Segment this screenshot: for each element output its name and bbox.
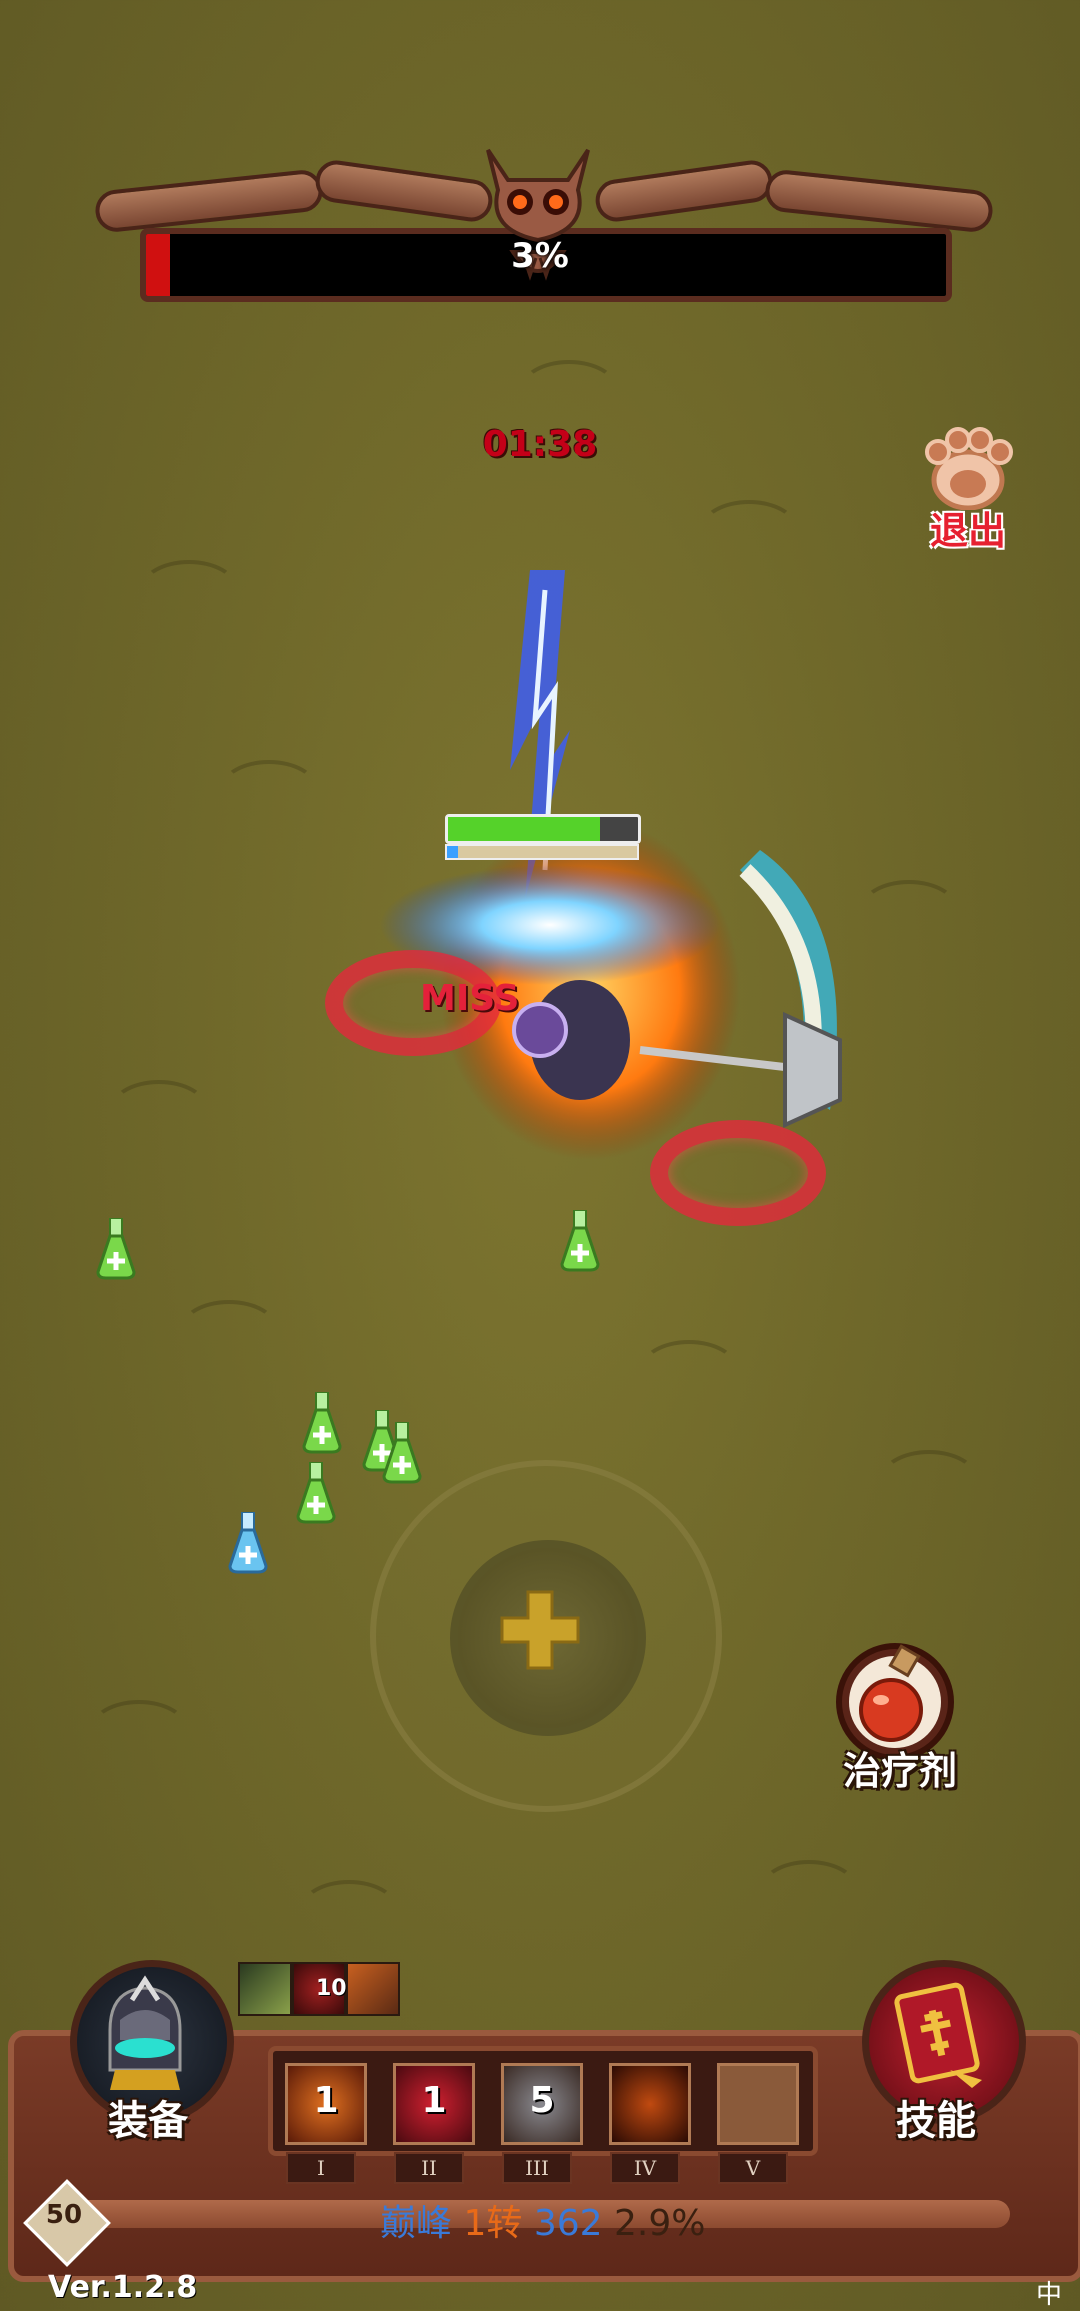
- battle-timer: 01:38: [482, 424, 598, 465]
- slot-numeral-3: III: [502, 2152, 572, 2184]
- player-mp-fill: [447, 846, 459, 858]
- skill-slot-1-count: 1: [313, 2080, 339, 2121]
- paw-icon: [925, 427, 1013, 511]
- joystick-knob[interactable]: [450, 1540, 646, 1736]
- skill-slot-5[interactable]: [717, 2063, 799, 2145]
- skill-slot-2[interactable]: 1: [393, 2063, 475, 2145]
- slash-buff-icon: [238, 1962, 292, 2016]
- skill-slot-2-count: 1: [421, 2080, 447, 2121]
- experience-text: 巅峰 1转 362 2.9%: [380, 2194, 705, 2246]
- rebirth-count: 1转: [463, 2203, 523, 2244]
- version-label: Ver.1.2.8: [48, 2270, 198, 2305]
- player-hp-bar: [445, 814, 641, 844]
- boss-hp-fill: [146, 234, 170, 296]
- peak-level: 362: [533, 2203, 603, 2244]
- player-mp-bar: [445, 844, 639, 860]
- heal-label: 治疗剂: [842, 1749, 957, 1793]
- slot-numeral-5: V: [718, 2152, 788, 2184]
- exit-label: 退出: [929, 509, 1006, 553]
- buff-stack-count: 10: [316, 1976, 347, 2001]
- boss-hp-percent: 3%: [511, 236, 569, 276]
- green-potion-icon[interactable]: [296, 1462, 336, 1524]
- slot-numeral-1: I: [286, 2152, 356, 2184]
- equipment-label: 装备: [108, 2098, 188, 2144]
- slot-numeral-4: IV: [610, 2152, 680, 2184]
- skill-slot-3[interactable]: 5: [501, 2063, 583, 2145]
- blue-potion-icon[interactable]: [228, 1512, 268, 1574]
- exit-button[interactable]: 退出: [908, 420, 1028, 553]
- skill-slot-3-count: 5: [529, 2080, 555, 2121]
- skill-slot-4[interactable]: [609, 2063, 691, 2145]
- slot-numeral-2: II: [394, 2152, 464, 2184]
- skill-slot-1[interactable]: 1: [285, 2063, 367, 2145]
- plus-icon: [500, 1590, 580, 1670]
- player-level: 50: [45, 2200, 83, 2230]
- ime-indicator: 中: [1036, 2280, 1063, 2310]
- skill-slot-tray: 1 1 5: [268, 2046, 818, 2156]
- green-potion-icon[interactable]: [560, 1210, 600, 1272]
- enemy-target-ring: [650, 1120, 826, 1226]
- skills-label: 技能: [896, 2098, 976, 2144]
- peak-rank: 巅峰: [380, 2203, 453, 2244]
- green-potion-icon[interactable]: [302, 1392, 342, 1454]
- miss-text: MISS: [420, 978, 520, 1019]
- player-hp-fill: [448, 817, 600, 841]
- green-potion-icon[interactable]: [96, 1218, 136, 1280]
- experience-percent: 2.9%: [614, 2203, 706, 2244]
- green-potion-icon[interactable]: [382, 1422, 422, 1484]
- hero-battle-effect: [380, 570, 842, 1160]
- heal-potion-button[interactable]: 治疗剂: [825, 1640, 975, 1820]
